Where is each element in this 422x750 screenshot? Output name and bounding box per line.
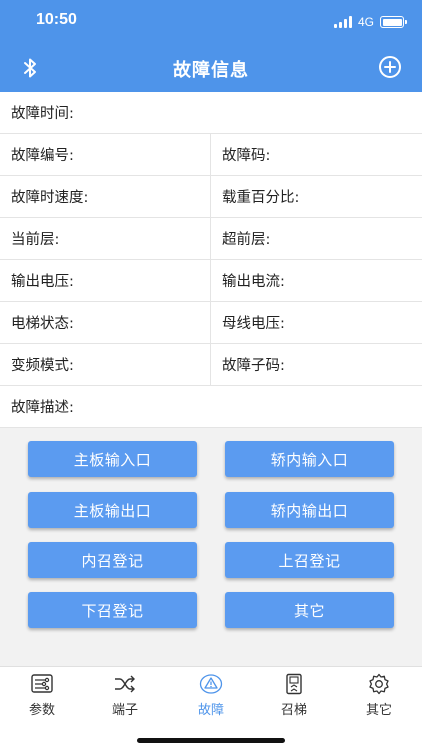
status-bar: 10:50 4G [0, 0, 422, 44]
table-row: 故障时间: [0, 92, 422, 134]
app-header: 10:50 4G 故障信息 [0, 0, 422, 92]
elevator-status-label: 电梯状态: [0, 302, 211, 343]
status-time: 10:50 [36, 11, 77, 28]
tab-params[interactable]: 参数 [7, 673, 77, 718]
parameters-icon [31, 674, 53, 693]
table-row: 输出电压: 输出电流: [0, 260, 422, 302]
tab-params-label: 参数 [28, 703, 55, 718]
signal-icon [333, 16, 352, 28]
fault-number-label: 故障编号: [0, 134, 211, 175]
network-type: 4G [357, 15, 374, 29]
tab-fault-label: 故障 [197, 703, 224, 718]
main-output-button[interactable]: 主板输出口 [28, 492, 197, 528]
current-floor-label: 当前层: [0, 218, 211, 259]
car-input-button[interactable]: 轿内输入口 [225, 441, 394, 477]
shuffle-icon [115, 675, 135, 693]
output-current-label: 输出电流: [222, 274, 285, 290]
tab-terminal-label: 端子 [111, 703, 138, 718]
load-percent-label: 载重百分比: [222, 190, 300, 206]
add-circle-icon[interactable] [378, 55, 402, 79]
elevator-icon [286, 673, 302, 695]
table-row: 故障编号: 故障码: [0, 134, 422, 176]
tab-terminal[interactable]: 端子 [90, 673, 160, 718]
inner-call-button[interactable]: 内召登记 [28, 542, 197, 578]
tab-other[interactable]: 其它 [344, 673, 414, 718]
main-input-button[interactable]: 主板输入口 [28, 441, 197, 477]
nav-bar: 故障信息 [0, 44, 422, 92]
fault-subcode-label: 故障子码: [222, 358, 285, 374]
tab-fault[interactable]: 故障 [176, 673, 246, 718]
tab-call[interactable]: 召梯 [259, 673, 329, 718]
table-row: 故障描述: [0, 386, 422, 428]
tab-other-label: 其它 [365, 703, 392, 718]
table-row: 电梯状态: 母线电压: [0, 302, 422, 344]
table-row: 故障时速度: 载重百分比: [0, 176, 422, 218]
tab-call-label: 召梯 [280, 703, 307, 718]
page-title: 故障信息 [173, 60, 249, 81]
table-row: 变频模式: 故障子码: [0, 344, 422, 386]
fault-speed-label: 故障时速度: [0, 176, 211, 217]
advance-floor-label: 超前层: [222, 232, 271, 248]
fault-description-label: 故障描述: [11, 400, 74, 416]
fault-code-label: 故障码: [222, 148, 271, 164]
warning-icon [199, 674, 223, 694]
other-button[interactable]: 其它 [225, 592, 394, 628]
bus-voltage-label: 母线电压: [222, 316, 285, 332]
home-indicator [137, 738, 285, 743]
gear-icon [369, 673, 389, 695]
battery-icon [380, 16, 407, 28]
fault-time-label: 故障时间: [11, 106, 74, 122]
car-output-button[interactable]: 轿内输出口 [225, 492, 394, 528]
output-voltage-label: 输出电压: [0, 260, 211, 301]
vfd-mode-label: 变频模式: [0, 344, 211, 385]
status-indicators: 4G [333, 13, 407, 31]
down-call-button[interactable]: 下召登记 [28, 592, 197, 628]
table-row: 当前层: 超前层: [0, 218, 422, 260]
fault-info-table: 故障时间: 故障编号: 故障码: 故障时速度: 载重百分比: 当前层: 超前层:… [0, 92, 422, 428]
up-call-button[interactable]: 上召登记 [225, 542, 394, 578]
